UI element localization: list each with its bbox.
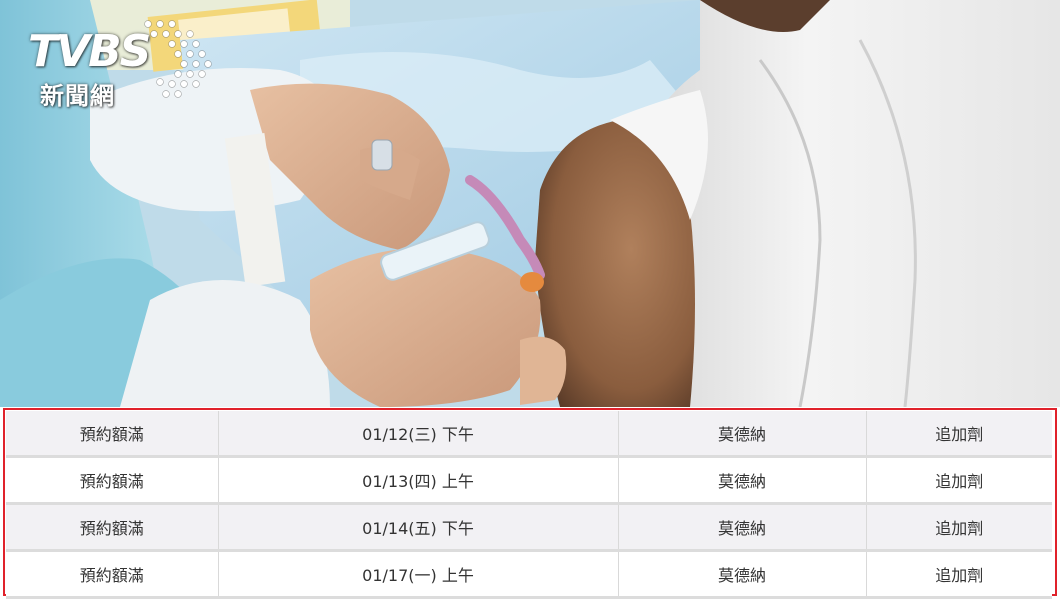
table-row: 預約額滿 01/13(四) 上午 莫德納 追加劑: [6, 456, 1052, 505]
datetime-cell: 01/14(五) 下午: [218, 503, 619, 552]
dose-cell: 追加劑: [866, 411, 1052, 458]
vaccine-cell: 莫德納: [618, 503, 867, 552]
vaccination-photo: TVBS 新聞網: [0, 0, 1060, 407]
status-cell: 預約額滿: [6, 503, 219, 552]
vaccine-cell: 莫德納: [618, 411, 867, 458]
status-cell: 預約額滿: [6, 550, 219, 599]
status-cell: 預約額滿: [6, 456, 219, 505]
appointment-table: 預約額滿 01/12(三) 下午 莫德納 追加劑 預約額滿 01/13(四) 上…: [6, 411, 1052, 599]
status-cell: 預約額滿: [6, 411, 219, 458]
table-row: 預約額滿 01/17(一) 上午 莫德納 追加劑: [6, 550, 1052, 599]
datetime-cell: 01/12(三) 下午: [218, 411, 619, 458]
dose-cell: 追加劑: [866, 503, 1052, 552]
logo-subtitle: 新聞網: [40, 82, 115, 110]
logo-wordmark: TVBS: [28, 26, 151, 77]
dose-cell: 追加劑: [866, 456, 1052, 505]
table-row: 預約額滿 01/14(五) 下午 莫德納 追加劑: [6, 503, 1052, 552]
table-row: 預約額滿 01/12(三) 下午 莫德納 追加劑: [6, 411, 1052, 458]
datetime-cell: 01/17(一) 上午: [218, 550, 619, 599]
tvbs-logo: TVBS 新聞網: [28, 14, 218, 114]
dose-cell: 追加劑: [866, 550, 1052, 599]
appointment-table-panel: 預約額滿 01/12(三) 下午 莫德納 追加劑 預約額滿 01/13(四) 上…: [0, 407, 1060, 599]
vaccine-cell: 莫德納: [618, 550, 867, 599]
datetime-cell: 01/13(四) 上午: [218, 456, 619, 505]
vaccine-cell: 莫德納: [618, 456, 867, 505]
